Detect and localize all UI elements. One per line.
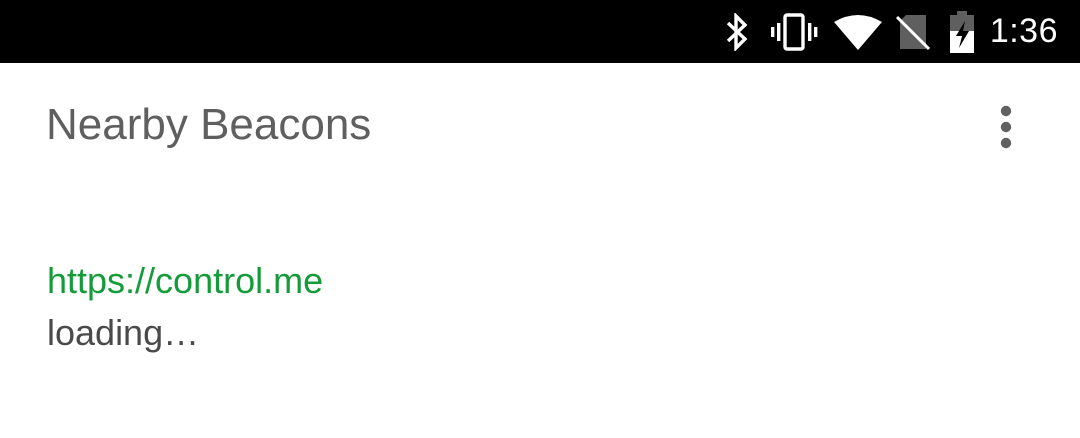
- bluetooth-icon: [722, 12, 752, 52]
- beacon-status: loading…: [47, 312, 200, 353]
- beacon-list-item[interactable]: https://control.me loading…: [0, 250, 1080, 360]
- no-sim-icon: [895, 12, 930, 52]
- wifi-icon: [833, 12, 882, 52]
- vibrate-icon: [770, 12, 818, 52]
- status-time: 1:36: [989, 12, 1058, 50]
- battery-charging-icon: [948, 10, 976, 53]
- page-title: Nearby Beacons: [46, 100, 372, 149]
- beacon-url[interactable]: https://control.me: [47, 260, 323, 302]
- overflow-menu-icon: [1000, 105, 1012, 149]
- overflow-menu-button[interactable]: [986, 99, 1026, 155]
- status-icons: 1:36: [722, 0, 1080, 63]
- app-bar: Nearby Beacons: [0, 63, 1080, 193]
- status-bar: 1:36: [0, 0, 1080, 63]
